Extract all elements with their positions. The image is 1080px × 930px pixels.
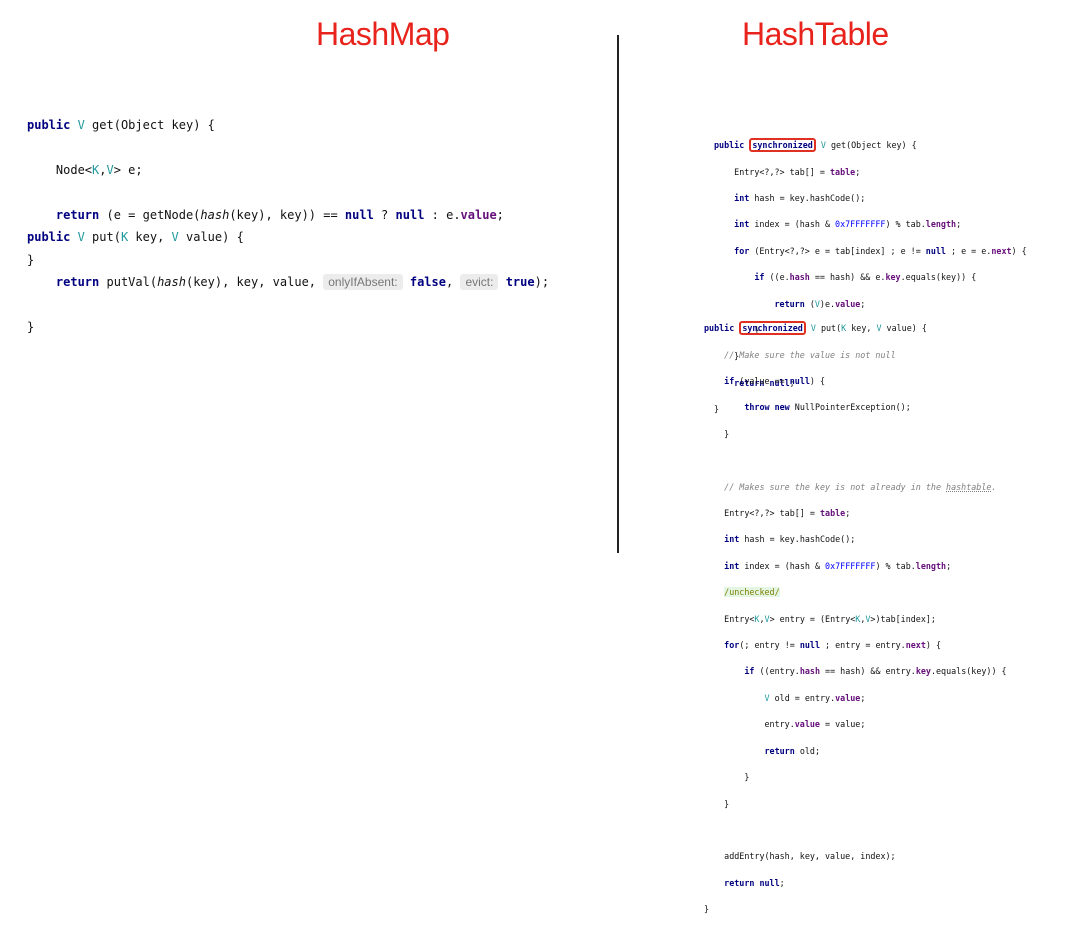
synchronized-highlight-get: synchronized: [749, 138, 816, 153]
evict-hint: evict:: [460, 273, 499, 290]
hashtable-title: HashTable: [742, 16, 889, 52]
hashmap-put-code: public V put(K key, V value) { return pu…: [27, 229, 550, 334]
vertical-divider: [617, 35, 619, 553]
synchronized-highlight-put: synchronized: [739, 321, 806, 336]
hashtable-put-code: public synchronized V put(K key, V value…: [704, 321, 1007, 915]
hashmap-title: HashMap: [316, 16, 450, 52]
only-if-absent-hint: onlyIfAbsent:: [323, 273, 403, 290]
